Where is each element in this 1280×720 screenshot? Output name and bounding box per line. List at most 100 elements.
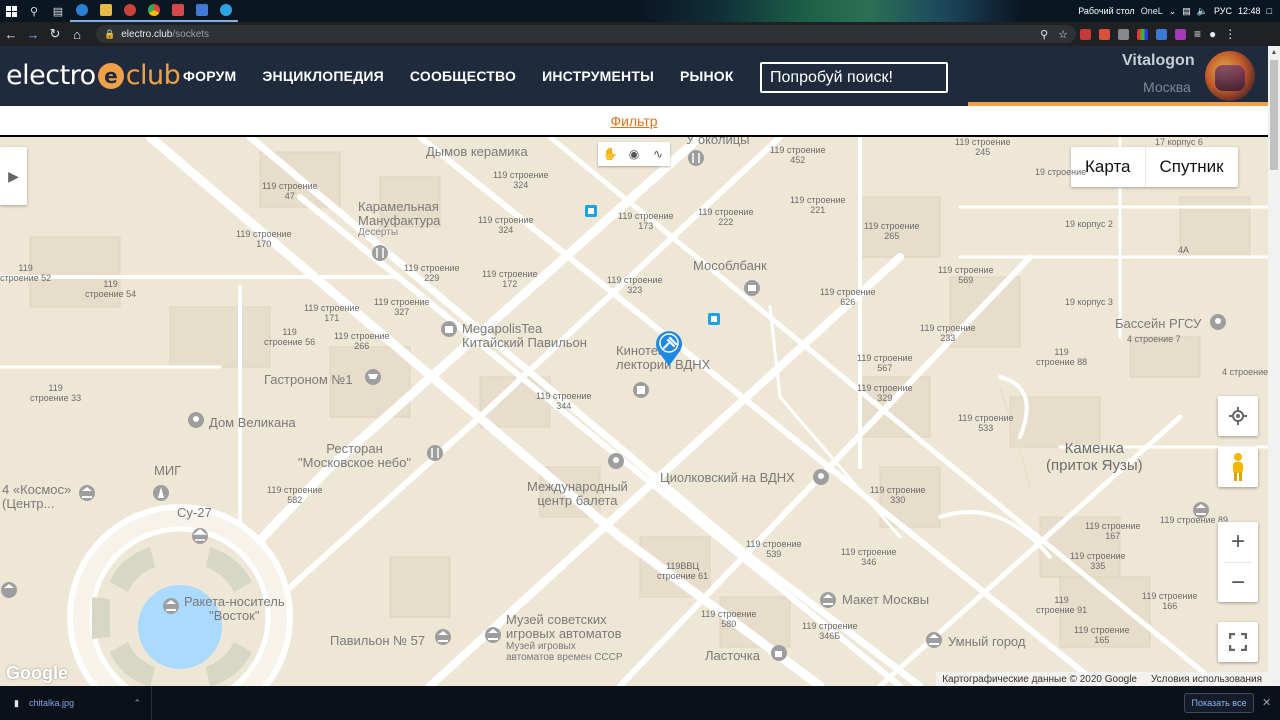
taskbar-app-telegram[interactable] bbox=[214, 0, 238, 22]
poi-label[interactable]: Международный центр балета bbox=[527, 480, 628, 508]
scroll-thumb[interactable] bbox=[1270, 60, 1278, 170]
place-pin-icon[interactable] bbox=[812, 468, 830, 486]
marker-tool-icon[interactable]: ◉ bbox=[622, 142, 646, 166]
museum-pin-icon[interactable] bbox=[819, 591, 837, 609]
page-scrollbar[interactable]: ▲ bbox=[1268, 46, 1280, 686]
volume-icon[interactable]: 🔈 bbox=[1197, 6, 1208, 17]
taskbar-app-media[interactable] bbox=[118, 0, 142, 22]
user-name[interactable]: Vitalogon bbox=[1122, 52, 1195, 70]
museum-pin-icon[interactable] bbox=[191, 527, 209, 545]
extension-icon[interactable] bbox=[1118, 28, 1129, 40]
museum-pin-icon[interactable] bbox=[78, 484, 96, 502]
map[interactable]: ▶ ✋ ◉ ∿ Карта Спутник 119 строение 452 1… bbox=[0, 137, 1268, 686]
poi-label[interactable]: 4 «Космос» (Центр... bbox=[2, 483, 71, 511]
poi-label[interactable]: Музей советских игровых автоматов bbox=[506, 613, 622, 641]
start-button[interactable] bbox=[0, 0, 22, 22]
notifications-icon[interactable]: □ bbox=[1267, 6, 1272, 16]
poi-label[interactable]: Ласточка bbox=[705, 649, 760, 663]
nav-encyclopedia[interactable]: ЭНЦИКЛОПЕДИЯ bbox=[249, 68, 397, 84]
poi-label[interactable]: Ракета-носитель "Восток" bbox=[184, 595, 285, 623]
extension-icon[interactable] bbox=[1080, 28, 1091, 40]
poi-label[interactable]: Ресторан "Московское небо" bbox=[298, 442, 411, 470]
side-panel-toggle[interactable]: ▶ bbox=[0, 147, 27, 205]
show-all-downloads-button[interactable]: Показать все bbox=[1184, 693, 1254, 713]
metro-icon[interactable] bbox=[584, 204, 598, 218]
poi-label[interactable]: Мособлбанк bbox=[693, 259, 767, 273]
extension-icon[interactable] bbox=[1175, 28, 1186, 40]
menu-icon[interactable]: ⋮ bbox=[1224, 27, 1236, 41]
forward-icon[interactable]: → bbox=[22, 22, 44, 46]
download-item[interactable]: ▮ chitalka.jpg ⌃ bbox=[0, 686, 152, 720]
map-type-satellite-button[interactable]: Спутник bbox=[1146, 147, 1238, 187]
address-bar[interactable]: 🔒 electro.club/sockets ⚲ ☆ bbox=[96, 25, 1076, 43]
poi-label[interactable]: Дымов керамика bbox=[426, 145, 528, 159]
zoom-icon[interactable]: ⚲ bbox=[1040, 28, 1048, 41]
download-file-name[interactable]: chitalka.jpg bbox=[29, 698, 74, 708]
nav-community[interactable]: СООБЩЕСТВО bbox=[397, 68, 529, 84]
restaurant-pin-icon[interactable] bbox=[426, 444, 444, 462]
taskbar-app-mail[interactable] bbox=[190, 0, 214, 22]
museum-pin-icon[interactable] bbox=[1192, 501, 1210, 519]
scroll-up-icon[interactable]: ▲ bbox=[1268, 46, 1280, 58]
extension-icon[interactable] bbox=[1137, 28, 1148, 40]
poi-label[interactable]: У околицы bbox=[686, 137, 750, 147]
socket-marker-icon[interactable] bbox=[653, 329, 685, 367]
filter-link[interactable]: Фильтр bbox=[610, 113, 657, 129]
profile-icon[interactable]: ● bbox=[1209, 27, 1216, 41]
poi-label[interactable]: Гастроном №1 bbox=[264, 373, 353, 387]
poi-label[interactable]: Бассейн РГСУ bbox=[1115, 317, 1201, 331]
polyline-tool-icon[interactable]: ∿ bbox=[646, 142, 670, 166]
cart-pin-icon[interactable] bbox=[364, 368, 382, 386]
street-view-pegman[interactable] bbox=[1218, 447, 1258, 487]
bank-pin-icon[interactable] bbox=[743, 279, 761, 297]
taskbar-app-calendar[interactable] bbox=[166, 0, 190, 22]
home-icon[interactable]: ⌂ bbox=[66, 22, 88, 46]
site-logo[interactable]: electro e club bbox=[6, 60, 181, 91]
fullscreen-button[interactable] bbox=[1218, 622, 1258, 662]
bookmark-star-icon[interactable]: ☆ bbox=[1058, 28, 1068, 41]
museum-pin-icon[interactable] bbox=[434, 628, 452, 646]
museum-pin-icon[interactable] bbox=[162, 597, 180, 615]
chevron-up-icon[interactable]: ⌃ bbox=[133, 698, 141, 709]
nav-tools[interactable]: ИНСТРУМЕНТЫ bbox=[529, 68, 667, 84]
landmark-pin-icon[interactable] bbox=[187, 411, 205, 429]
avatar[interactable] bbox=[1205, 51, 1255, 101]
nav-market[interactable]: РЫНОК bbox=[667, 68, 747, 84]
task-view-icon[interactable]: ▤ bbox=[46, 0, 70, 22]
hand-icon[interactable]: ✋ bbox=[598, 142, 622, 166]
taskbar-app-chrome[interactable] bbox=[142, 0, 166, 22]
poi-label[interactable]: Карамельная Мануфактура bbox=[358, 200, 440, 228]
network-icon[interactable]: ▤ bbox=[1182, 6, 1191, 17]
extension-icon[interactable] bbox=[1156, 28, 1167, 40]
place-pin-icon[interactable] bbox=[1209, 313, 1227, 331]
desktop-label[interactable]: Рабочий стол bbox=[1078, 6, 1135, 16]
reading-list-icon[interactable]: ≡ bbox=[1194, 27, 1201, 41]
back-icon[interactable]: ← bbox=[0, 22, 22, 46]
poi-label[interactable]: Дом Великана bbox=[209, 416, 296, 430]
poi-label[interactable]: Павильон № 57 bbox=[330, 634, 425, 648]
zoom-out-button[interactable]: − bbox=[1218, 563, 1258, 602]
metro-icon[interactable] bbox=[707, 312, 721, 326]
poi-label[interactable]: MegapolisTea Китайский Павильон bbox=[462, 322, 587, 350]
museum-pin-icon[interactable] bbox=[0, 581, 18, 599]
clock[interactable]: 12:48 bbox=[1238, 6, 1261, 16]
monument-pin-icon[interactable] bbox=[152, 484, 170, 502]
nav-forum[interactable]: ФОРУМ bbox=[170, 68, 249, 84]
restaurant-pin-icon[interactable] bbox=[371, 244, 389, 262]
search-icon[interactable]: ⚲ bbox=[22, 0, 46, 22]
poi-label[interactable]: Макет Москвы bbox=[842, 593, 929, 607]
extension-icon[interactable] bbox=[1099, 28, 1110, 40]
restaurant-pin-icon[interactable] bbox=[687, 149, 705, 167]
cinema-pin-icon[interactable] bbox=[632, 381, 650, 399]
language-indicator[interactable]: РУС bbox=[1214, 6, 1232, 16]
close-icon[interactable]: ✕ bbox=[1262, 696, 1271, 709]
onedrive-label[interactable]: OneL bbox=[1141, 6, 1163, 16]
tray-overflow-icon[interactable]: ⌄ bbox=[1169, 6, 1177, 17]
cafe-pin-icon[interactable] bbox=[770, 644, 788, 662]
poi-label[interactable]: Циолковский на ВДНХ bbox=[660, 471, 795, 485]
reload-icon[interactable]: ↻ bbox=[44, 22, 66, 46]
taskbar-app-skype[interactable] bbox=[70, 0, 94, 22]
my-location-button[interactable] bbox=[1218, 396, 1258, 436]
poi-label[interactable]: Умный город bbox=[948, 635, 1025, 649]
museum-pin-icon[interactable] bbox=[484, 626, 502, 644]
